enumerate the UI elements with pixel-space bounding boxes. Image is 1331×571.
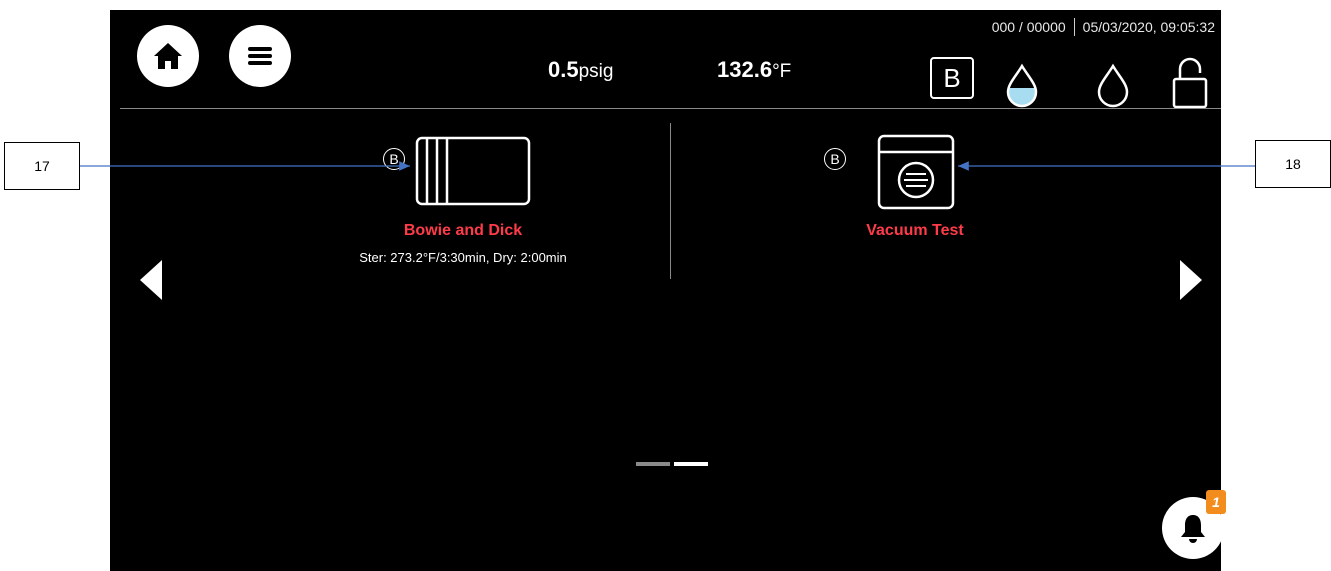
callout-label-17: 17 bbox=[4, 142, 80, 190]
divider bbox=[1073, 18, 1075, 36]
notification-count-badge: 1 bbox=[1206, 490, 1226, 514]
page-indicator-2[interactable] bbox=[674, 462, 708, 466]
temperature-unit: °F bbox=[772, 61, 792, 82]
b-type-badge: B bbox=[383, 148, 405, 170]
autoclave-screen: 000 / 00000 05/03/2020, 09:05:32 0.5psig… bbox=[110, 10, 1226, 571]
badge-label: B bbox=[830, 151, 840, 167]
cycle-counter: 000 / 00000 bbox=[991, 19, 1066, 35]
home-icon bbox=[154, 43, 182, 69]
vacuum-test-icon bbox=[877, 134, 955, 210]
badge-label: B bbox=[389, 151, 399, 167]
bell-icon bbox=[1181, 515, 1205, 543]
arrow-right-icon[interactable] bbox=[1176, 258, 1206, 302]
water-drop-empty-icon bbox=[1097, 63, 1129, 108]
program-name: Bowie and Dick bbox=[403, 222, 523, 239]
water-drop-filled-icon bbox=[1006, 63, 1038, 108]
cycle-counter-datetime: 000 / 00000 05/03/2020, 09:05:32 bbox=[992, 18, 1215, 36]
pressure-value: 0.5 bbox=[548, 57, 579, 82]
page-indicator-1[interactable] bbox=[636, 462, 670, 466]
home-button[interactable] bbox=[137, 25, 199, 87]
datetime: 05/03/2020, 09:05:32 bbox=[1082, 19, 1215, 35]
b-type-label: B bbox=[943, 62, 961, 93]
bowie-dick-test-pack-icon bbox=[415, 136, 531, 206]
menu-icon bbox=[248, 47, 272, 65]
pressure-unit: psig bbox=[578, 61, 614, 82]
arrow-left-icon[interactable] bbox=[136, 258, 166, 302]
program-divider bbox=[670, 123, 671, 279]
temperature-value: 132.6 bbox=[717, 57, 773, 82]
header-divider bbox=[120, 108, 1221, 109]
b-type-indicator: B bbox=[930, 57, 974, 99]
program-name: Vacuum Test bbox=[866, 222, 964, 239]
lock-icon[interactable] bbox=[1171, 55, 1209, 111]
b-type-badge: B bbox=[824, 148, 846, 170]
pressure-reading: 0.5psig bbox=[548, 57, 613, 83]
menu-button[interactable] bbox=[229, 25, 291, 87]
temperature-reading: 132.6°F bbox=[717, 57, 791, 83]
program-parameters: Ster: 273.2°F/3:30min, Dry: 2:00min bbox=[359, 250, 567, 265]
callout-label-18: 18 bbox=[1255, 140, 1331, 188]
